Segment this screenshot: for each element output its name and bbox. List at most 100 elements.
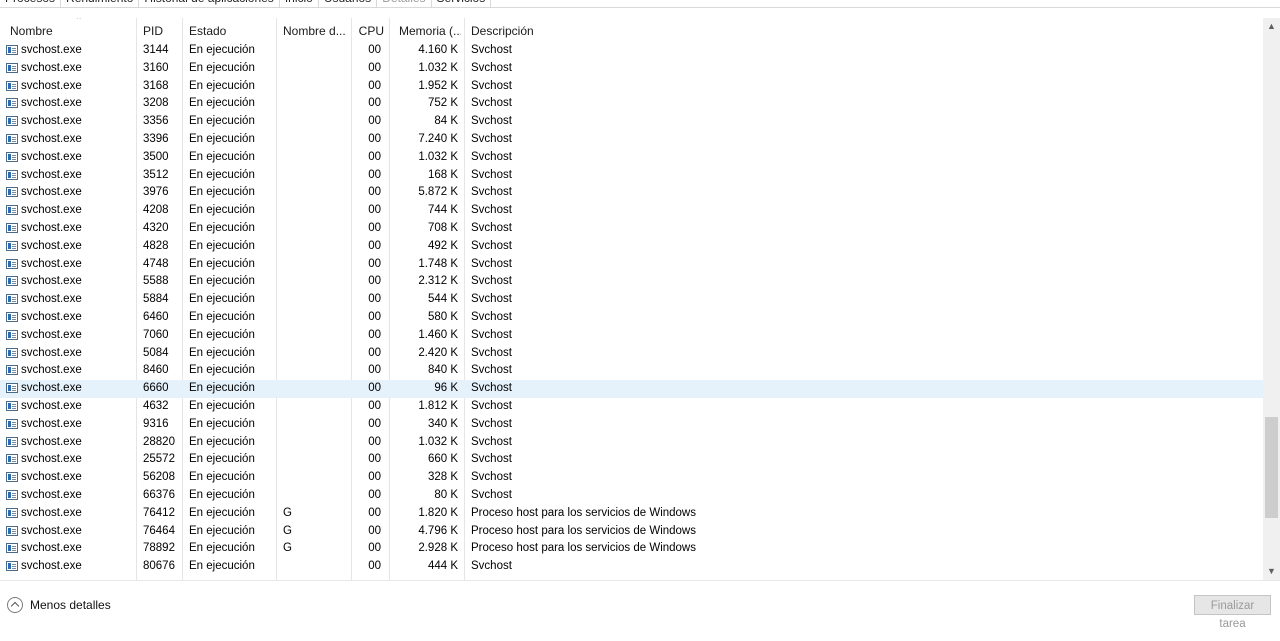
cell-cpu: 00 <box>368 435 381 448</box>
cell-desc: Proceso host para los servicios de Windo… <box>471 524 696 537</box>
cell-state: En ejecución <box>189 115 255 128</box>
cell-pid: 4208 <box>143 204 169 217</box>
cell-pid: 3976 <box>143 186 169 199</box>
cell-name: svchost.exe <box>21 328 82 341</box>
cell-mem: 328 K <box>427 471 458 484</box>
cell-desc: Svchost <box>471 186 512 199</box>
process-window-icon <box>6 45 18 55</box>
table-row[interactable]: svchost.exe 3500 En ejecución 00 1.032 K Svch… <box>0 149 1263 167</box>
cell-desc: Svchost <box>471 44 512 56</box>
cell-pid: 4748 <box>143 257 169 270</box>
cell-pid: 76412 <box>143 506 175 519</box>
tab-4[interactable]: Usuarios <box>319 0 378 7</box>
table-row[interactable]: svchost.exe 7060 En ejecución 00 1.460 K Svch… <box>0 327 1263 345</box>
cell-cpu: 00 <box>368 560 381 573</box>
cell-state: En ejecución <box>189 435 255 448</box>
table-row[interactable]: svchost.exe 4208 En ejecución 00 744 K Svchos… <box>0 202 1263 220</box>
column-header-name[interactable]: Nombre ⌃ <box>10 18 135 44</box>
table-row[interactable]: svchost.exe 4320 En ejecución 00 708 K Svchos… <box>0 220 1263 238</box>
cell-mem: 1.748 K <box>418 257 458 270</box>
cell-pid: 3208 <box>143 97 169 110</box>
table-row[interactable]: svchost.exe 78892 En ejecución G 00 2.928 K Pr… <box>0 540 1263 558</box>
table-row[interactable]: svchost.exe 8460 En ejecución 00 840 K Svchos… <box>0 362 1263 380</box>
table-row[interactable]: svchost.exe 80676 En ejecución 00 444 K Svcho… <box>0 558 1263 576</box>
cell-cpu: 00 <box>368 506 381 519</box>
cell-cpu: 00 <box>368 150 381 163</box>
process-window-icon <box>6 436 18 447</box>
table-row[interactable]: svchost.exe 4828 En ejecución 00 492 K Svchos… <box>0 238 1263 256</box>
process-window-icon <box>6 543 18 554</box>
scrollbar-thumb[interactable] <box>1265 417 1278 518</box>
table-row[interactable]: svchost.exe 56208 En ejecución 00 328 K Svcho… <box>0 469 1263 487</box>
cell-name: svchost.exe <box>21 560 82 573</box>
table-row[interactable]: svchost.exe 5884 En ejecución 00 544 K Svchos… <box>0 291 1263 309</box>
cell-desc: Svchost <box>471 275 512 288</box>
column-header-user[interactable]: Nombre d... <box>283 18 348 44</box>
cell-mem: 1.032 K <box>418 150 458 163</box>
cell-desc: Svchost <box>471 346 512 359</box>
cell-cpu: 00 <box>368 44 381 56</box>
process-window-icon <box>6 151 18 162</box>
vertical-scrollbar[interactable]: ▲ ▼ <box>1263 18 1280 580</box>
cell-desc: Svchost <box>471 204 512 217</box>
table-row[interactable]: svchost.exe 76464 En ejecución G 00 4.796 K Pr… <box>0 523 1263 541</box>
cell-cpu: 00 <box>368 61 381 74</box>
column-header-pid[interactable]: PID <box>143 18 183 44</box>
table-row[interactable]: svchost.exe 3144 En ejecución 00 4.160 K Svch… <box>0 42 1263 60</box>
tab-2[interactable]: Historial de aplicaciones <box>139 0 280 7</box>
cell-pid: 28820 <box>143 435 175 448</box>
cell-desc: Svchost <box>471 221 512 234</box>
scroll-up-icon[interactable]: ▲ <box>1263 18 1280 35</box>
table-row[interactable]: svchost.exe 25572 En ejecución 00 660 K Svcho… <box>0 451 1263 469</box>
process-window-icon <box>6 507 18 518</box>
table-row[interactable]: svchost.exe 3976 En ejecución 00 5.872 K Svch… <box>0 184 1263 202</box>
cell-desc: Svchost <box>471 61 512 74</box>
table-row[interactable]: svchost.exe 28820 En ejecución 00 1.032 K Svc… <box>0 434 1263 452</box>
tab-1[interactable]: Rendimiento <box>61 0 140 7</box>
table-row[interactable]: svchost.exe 3168 En ejecución 00 1.952 K Svch… <box>0 78 1263 96</box>
table-row[interactable]: svchost.exe 4748 En ejecución 00 1.748 K Svch… <box>0 256 1263 274</box>
cell-mem: 752 K <box>427 97 458 110</box>
table-row[interactable]: svchost.exe 66376 En ejecución 00 80 K Svchos… <box>0 487 1263 505</box>
table-row[interactable]: svchost.exe 3512 En ejecución 00 168 K Svchos… <box>0 167 1263 185</box>
table-row[interactable]: svchost.exe 4632 En ejecución 00 1.812 K Svch… <box>0 398 1263 416</box>
less-details-button[interactable]: Menos detalles <box>7 595 111 615</box>
table-row[interactable]: svchost.exe 5084 En ejecución 00 2.420 K Svch… <box>0 345 1263 363</box>
table-row[interactable]: svchost.exe 3396 En ejecución 00 7.240 K Svch… <box>0 131 1263 149</box>
column-header-state[interactable]: Estado <box>189 18 274 44</box>
cell-pid: 3356 <box>143 115 169 128</box>
cell-state: En ejecución <box>189 506 255 519</box>
table-row[interactable]: svchost.exe 6460 En ejecución 00 580 K Svchos… <box>0 309 1263 327</box>
tab-0[interactable]: Procesos <box>0 0 62 7</box>
table-row[interactable]: svchost.exe 76412 En ejecución G 00 1.820 K Pr… <box>0 505 1263 523</box>
table-row[interactable]: svchost.exe 5588 En ejecución 00 2.312 K Svch… <box>0 273 1263 291</box>
end-task-button[interactable]: Finalizar tarea <box>1194 595 1271 630</box>
cell-name: svchost.exe <box>21 399 82 412</box>
column-header-description[interactable]: Descripción <box>471 18 671 44</box>
cell-mem: 80 K <box>434 488 458 501</box>
cell-desc: Svchost <box>471 453 512 466</box>
table-row[interactable]: svchost.exe 3160 En ejecución 00 1.032 K Svch… <box>0 60 1263 78</box>
table-row[interactable]: svchost.exe 9316 En ejecución 00 340 K Svchos… <box>0 416 1263 434</box>
tab-6[interactable]: Servicios <box>432 0 492 7</box>
scroll-down-icon[interactable]: ▼ <box>1263 563 1280 580</box>
process-window-icon <box>6 418 18 429</box>
column-name-label: Nombre <box>10 24 53 38</box>
cell-pid: 3396 <box>143 132 169 145</box>
process-window-icon <box>6 169 18 180</box>
cell-cpu: 00 <box>368 328 381 341</box>
table-row[interactable]: svchost.exe 6660 En ejecución 00 96 K Svchost <box>0 380 1263 398</box>
tab-5[interactable]: Detalles <box>377 0 432 7</box>
column-header-memory[interactable]: Memoria (... <box>399 18 461 44</box>
cell-name: svchost.exe <box>21 44 82 56</box>
column-header-cpu[interactable]: CPU <box>352 18 384 44</box>
tab-3[interactable]: Inicio <box>280 0 319 7</box>
cell-cpu: 00 <box>368 275 381 288</box>
cell-name: svchost.exe <box>21 61 82 74</box>
cell-cpu: 00 <box>368 132 381 145</box>
cell-name: svchost.exe <box>21 239 82 252</box>
table-row[interactable]: svchost.exe 3208 En ejecución 00 752 K Svchos… <box>0 95 1263 113</box>
cell-desc: Svchost <box>471 488 512 501</box>
table-row[interactable]: svchost.exe 3356 En ejecución 00 84 K Svchost <box>0 113 1263 131</box>
cell-cpu: 00 <box>368 79 381 92</box>
